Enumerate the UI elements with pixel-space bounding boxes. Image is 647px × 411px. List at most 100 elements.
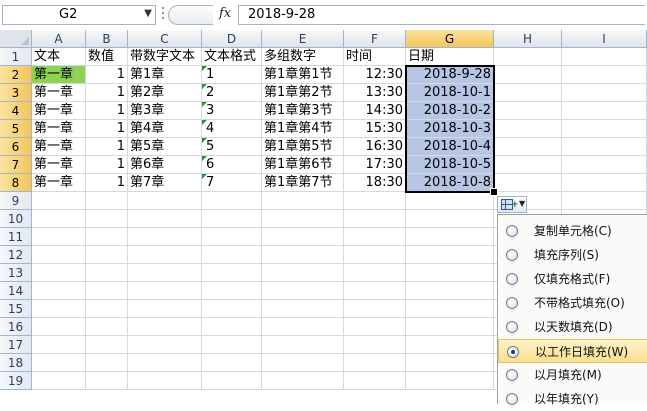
- row-header-1[interactable]: 1: [0, 48, 32, 66]
- cell-i9[interactable]: [562, 192, 647, 210]
- column-header-a[interactable]: A: [32, 30, 86, 48]
- autofill-options-button[interactable]: + ▼: [497, 196, 527, 213]
- cell-d7[interactable]: 6: [202, 156, 262, 174]
- fill-handle[interactable]: [490, 188, 498, 196]
- cell-b6[interactable]: 1: [86, 138, 128, 156]
- cell-f4[interactable]: 14:30: [344, 102, 406, 120]
- column-header-h[interactable]: H: [494, 30, 562, 48]
- cell-c8[interactable]: 第7章: [128, 174, 202, 192]
- cell-c9[interactable]: [128, 192, 202, 210]
- cell-g5[interactable]: 2018-10-3: [406, 120, 494, 138]
- cell-a7[interactable]: 第一章: [32, 156, 86, 174]
- cell-a15[interactable]: [32, 300, 86, 318]
- autofill-option-8[interactable]: 以年填充(Y): [498, 387, 647, 411]
- cell-c5[interactable]: 第4章: [128, 120, 202, 138]
- cell-b5[interactable]: 1: [86, 120, 128, 138]
- cell-g19[interactable]: [406, 372, 494, 390]
- autofill-option-7[interactable]: 以月填充(M): [498, 363, 647, 387]
- row-header-14[interactable]: 14: [0, 282, 32, 300]
- cell-b15[interactable]: [86, 300, 128, 318]
- cell-h2[interactable]: [494, 66, 562, 84]
- row-header-5[interactable]: 5: [0, 120, 32, 138]
- name-box[interactable]: G2 ▼: [2, 5, 156, 25]
- cell-c10[interactable]: [128, 210, 202, 228]
- cell-a2[interactable]: 第一章: [32, 66, 86, 84]
- cell-f18[interactable]: [344, 354, 406, 372]
- cell-e7[interactable]: 第1章第6节: [262, 156, 344, 174]
- radio-icon[interactable]: [506, 273, 518, 285]
- cell-g14[interactable]: [406, 282, 494, 300]
- cell-g8[interactable]: 2018-10-8: [406, 174, 494, 192]
- autofill-option-4[interactable]: 不带格式填充(O): [498, 291, 647, 315]
- cell-a17[interactable]: [32, 336, 86, 354]
- cell-c7[interactable]: 第6章: [128, 156, 202, 174]
- cell-h4[interactable]: [494, 102, 562, 120]
- cell-b16[interactable]: [86, 318, 128, 336]
- cell-d16[interactable]: [202, 318, 262, 336]
- cell-d12[interactable]: [202, 246, 262, 264]
- row-header-19[interactable]: 19: [0, 372, 32, 390]
- cell-c14[interactable]: [128, 282, 202, 300]
- cell-c6[interactable]: 第5章: [128, 138, 202, 156]
- cell-b8[interactable]: 1: [86, 174, 128, 192]
- cell-a8[interactable]: 第一章: [32, 174, 86, 192]
- cell-d1[interactable]: 文本格式: [202, 48, 262, 66]
- cell-e6[interactable]: 第1章第5节: [262, 138, 344, 156]
- cell-b10[interactable]: [86, 210, 128, 228]
- cell-a12[interactable]: [32, 246, 86, 264]
- row-header-10[interactable]: 10: [0, 210, 32, 228]
- cell-a5[interactable]: 第一章: [32, 120, 86, 138]
- row-header-9[interactable]: 9: [0, 192, 32, 210]
- cell-g9[interactable]: [406, 192, 494, 210]
- row-header-18[interactable]: 18: [0, 354, 32, 372]
- cell-g15[interactable]: [406, 300, 494, 318]
- row-header-13[interactable]: 13: [0, 264, 32, 282]
- cell-d6[interactable]: 5: [202, 138, 262, 156]
- cell-g6[interactable]: 2018-10-4: [406, 138, 494, 156]
- cell-b12[interactable]: [86, 246, 128, 264]
- cell-i8[interactable]: [562, 174, 647, 192]
- cell-c2[interactable]: 第1章: [128, 66, 202, 84]
- cell-e16[interactable]: [262, 318, 344, 336]
- cell-f13[interactable]: [344, 264, 406, 282]
- cell-e5[interactable]: 第1章第4节: [262, 120, 344, 138]
- cell-e12[interactable]: [262, 246, 344, 264]
- column-header-f[interactable]: F: [344, 30, 406, 48]
- autofill-option-5[interactable]: 以天数填充(D): [498, 315, 647, 339]
- cell-f19[interactable]: [344, 372, 406, 390]
- row-header-3[interactable]: 3: [0, 84, 32, 102]
- cell-g7[interactable]: 2018-10-5: [406, 156, 494, 174]
- chevron-down-icon[interactable]: ▼: [144, 8, 152, 19]
- radio-icon[interactable]: [506, 225, 518, 237]
- cell-a1[interactable]: 文本: [32, 48, 86, 66]
- cell-d4[interactable]: 3: [202, 102, 262, 120]
- cell-g4[interactable]: 2018-10-2: [406, 102, 494, 120]
- cell-a11[interactable]: [32, 228, 86, 246]
- cell-c19[interactable]: [128, 372, 202, 390]
- grip-icon[interactable]: [160, 4, 166, 26]
- radio-icon[interactable]: [506, 369, 518, 381]
- autofill-option-1[interactable]: 复制单元格(C): [498, 219, 647, 243]
- cell-g1[interactable]: 日期: [406, 48, 494, 66]
- cell-i7[interactable]: [562, 156, 647, 174]
- column-header-g[interactable]: G: [406, 30, 494, 48]
- cell-a3[interactable]: 第一章: [32, 84, 86, 102]
- cell-a4[interactable]: 第一章: [32, 102, 86, 120]
- cell-c11[interactable]: [128, 228, 202, 246]
- cell-i1[interactable]: [562, 48, 647, 66]
- cell-h7[interactable]: [494, 156, 562, 174]
- radio-icon[interactable]: [506, 249, 518, 261]
- cell-e8[interactable]: 第1章第7节: [262, 174, 344, 192]
- cell-d2[interactable]: 1: [202, 66, 262, 84]
- cell-h1[interactable]: [494, 48, 562, 66]
- autofill-option-6[interactable]: 以工作日填充(W): [498, 339, 647, 363]
- cell-i2[interactable]: [562, 66, 647, 84]
- cell-c18[interactable]: [128, 354, 202, 372]
- cell-c16[interactable]: [128, 318, 202, 336]
- row-header-8[interactable]: 8: [0, 174, 32, 192]
- cell-f12[interactable]: [344, 246, 406, 264]
- cell-a19[interactable]: [32, 372, 86, 390]
- cell-h6[interactable]: [494, 138, 562, 156]
- cell-e9[interactable]: [262, 192, 344, 210]
- cell-i3[interactable]: [562, 84, 647, 102]
